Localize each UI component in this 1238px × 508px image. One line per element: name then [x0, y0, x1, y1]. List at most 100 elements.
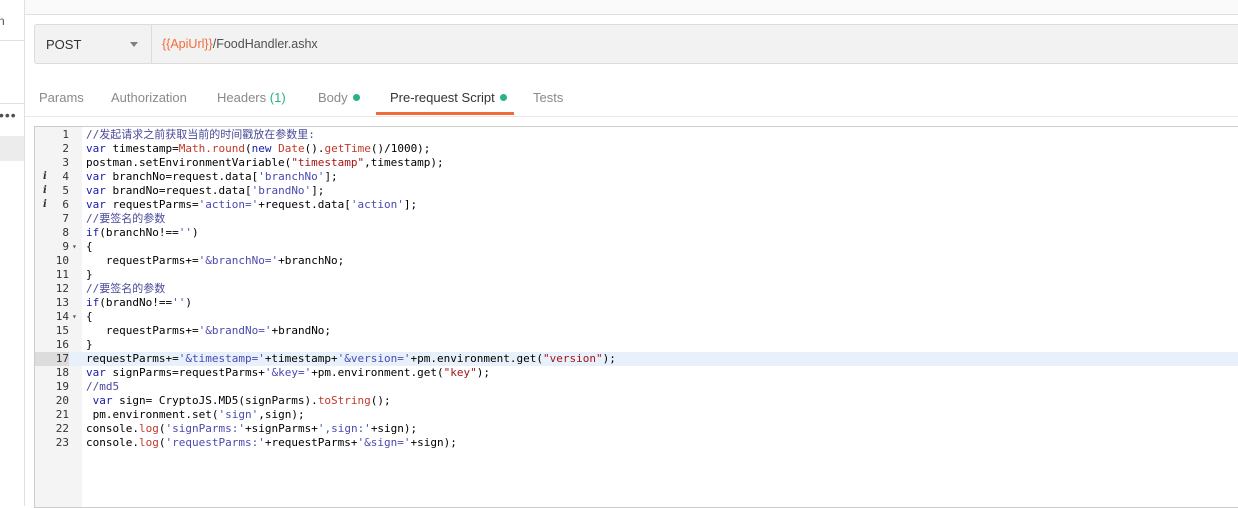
status-dot-icon	[499, 94, 507, 101]
line-number: 8	[62, 226, 69, 239]
tab-pre-request-script[interactable]: Pre-request Script	[390, 90, 507, 105]
more-options-icon[interactable]: •••	[0, 108, 17, 122]
fold-toggle-icon[interactable]: ▾	[72, 240, 77, 254]
code-text: requestParms+='&timestamp='+timestamp+'&…	[86, 352, 616, 365]
chevron-down-icon	[130, 42, 138, 47]
sidebar-divider	[0, 103, 24, 104]
code-line[interactable]: 1 //发起请求之前获取当前的时间戳放在参数里:	[35, 128, 1238, 142]
code-text: postman.setEnvironmentVariable("timestam…	[86, 156, 444, 169]
line-number: 14	[55, 310, 69, 323]
line-number: 16	[55, 338, 69, 351]
info-hint-icon[interactable]: i	[43, 184, 47, 198]
code-line[interactable]: 12 //要签名的参数	[35, 282, 1238, 296]
code-line[interactable]: 20 var sign= CryptoJS.MD5(signParms).toS…	[35, 394, 1238, 408]
code-text: //md5	[86, 380, 120, 393]
code-text: var timestamp=Math.round(new Date().getT…	[86, 142, 431, 155]
line-number: 17	[35, 352, 69, 366]
line-number: 15	[55, 324, 69, 337]
code-line[interactable]: 14 ▾ {	[35, 310, 1238, 324]
method-label: POST	[46, 37, 82, 52]
code-line[interactable]: 3 postman.setEnvironmentVariable("timesta…	[35, 156, 1238, 170]
method-select[interactable]: POST	[35, 25, 152, 63]
line-number: 9	[62, 240, 69, 253]
code-line[interactable]: 4 i var branchNo=request.data['branchNo'];	[35, 170, 1238, 184]
sidebar-text-fragment: n	[0, 14, 5, 28]
code-text: var brandNo=request.data['brandNo'];	[86, 184, 325, 197]
code-text: //发起请求之前获取当前的时间戳放在参数里:	[86, 128, 315, 141]
info-hint-icon[interactable]: i	[43, 170, 47, 184]
active-tab-indicator	[376, 112, 514, 115]
code-line[interactable]: 6 i var requestParms='action='+request.dat…	[35, 198, 1238, 212]
tab-tests[interactable]: Tests	[533, 90, 563, 105]
code-line[interactable]: 9 ▾ {	[35, 240, 1238, 254]
code-text: if(brandNo!=='')	[86, 296, 192, 309]
code-text: var requestParms='action='+request.data[…	[86, 198, 418, 211]
tab-headers[interactable]: Headers (1)	[217, 90, 286, 105]
line-number: 3	[62, 156, 69, 169]
code-text: var branchNo=request.data['branchNo'];	[86, 170, 338, 183]
code-text: //要签名的参数	[86, 212, 166, 225]
sidebar-divider	[0, 40, 24, 41]
code-line[interactable]: 22 console.log('signParms:'+signParms+',s…	[35, 422, 1238, 436]
line-number: 22	[55, 422, 69, 435]
code-line[interactable]: 23 console.log('requestParms:'+requestPar…	[35, 436, 1238, 450]
code-text: {	[86, 310, 93, 323]
code-line[interactable]: 18 var signParms=requestParms+'&key='+pm.…	[35, 366, 1238, 380]
code-line[interactable]: 10 requestParms+='&branchNo='+branchNo;	[35, 254, 1238, 268]
url-variable: {{ApiUrl}}	[162, 37, 213, 51]
code-line[interactable]: 15 requestParms+='&brandNo='+brandNo;	[35, 324, 1238, 338]
code-text: }	[86, 338, 93, 351]
code-text: //要签名的参数	[86, 282, 166, 295]
tab-params[interactable]: Params	[39, 90, 84, 105]
line-number: 19	[55, 380, 69, 393]
line-number: 5	[62, 184, 69, 197]
info-hint-icon[interactable]: i	[43, 198, 47, 212]
line-number: 21	[55, 408, 69, 421]
headers-count-badge: (1)	[269, 90, 286, 105]
code-text: requestParms+='&branchNo='+branchNo;	[86, 254, 345, 267]
code-text: pm.environment.set('sign',sign);	[86, 408, 305, 421]
tab-authorization[interactable]: Authorization	[111, 90, 187, 105]
line-number: 2	[62, 142, 69, 155]
code-text: var sign= CryptoJS.MD5(signParms).toStri…	[92, 394, 391, 407]
url-input[interactable]: {{ApiUrl}}/FoodHandler.ashx	[162, 37, 318, 51]
line-number: 7	[62, 212, 69, 225]
code-text: console.log('signParms:'+signParms+',sig…	[86, 422, 418, 435]
code-line[interactable]: 13 if(brandNo!=='')	[35, 296, 1238, 310]
status-dot-icon	[352, 94, 360, 101]
script-editor[interactable]: 1 //发起请求之前获取当前的时间戳放在参数里: 2 var timestamp=Ma…	[34, 126, 1238, 508]
code-line[interactable]: 16}	[35, 338, 1238, 352]
code-line[interactable]: 19 //md5	[35, 380, 1238, 394]
tab-body[interactable]: Body	[318, 90, 360, 105]
code-text: console.log('requestParms:'+requestParms…	[86, 436, 457, 449]
line-number: 6	[62, 198, 69, 211]
line-number: 4	[62, 170, 69, 183]
code-line[interactable]: 7 //要签名的参数	[35, 212, 1238, 226]
code-line[interactable]: 8 if(branchNo!=='')	[35, 226, 1238, 240]
line-number: 11	[55, 268, 69, 281]
code-text: if(branchNo!=='')	[86, 226, 199, 239]
line-number: 18	[55, 366, 69, 379]
line-number: 13	[55, 296, 69, 309]
line-number: 10	[55, 254, 69, 267]
line-number: 23	[55, 436, 69, 449]
code-line[interactable]: 2 var timestamp=Math.round(new Date().get…	[35, 142, 1238, 156]
url-path: /FoodHandler.ashx	[212, 37, 318, 51]
sidebar-selected-item[interactable]	[0, 136, 24, 161]
line-number: 20	[55, 394, 69, 407]
code-line[interactable]: 21 pm.environment.set('sign',sign);	[35, 408, 1238, 422]
request-tabs: Params Authorization Headers (1) Body Pr…	[25, 82, 1238, 117]
code-line[interactable]: 17 requestParms+='&timestamp='+timestamp+…	[35, 352, 1238, 366]
request-url-bar: POST {{ApiUrl}}/FoodHandler.ashx	[34, 24, 1238, 64]
code-area[interactable]: 1 //发起请求之前获取当前的时间戳放在参数里: 2 var timestamp=Ma…	[35, 128, 1238, 450]
line-number: 1	[62, 128, 69, 141]
code-text: }	[86, 268, 93, 281]
code-text: requestParms+='&brandNo='+brandNo;	[86, 324, 332, 337]
fold-toggle-icon[interactable]: ▾	[72, 310, 77, 324]
code-line[interactable]: 5 i var brandNo=request.data['brandNo'];	[35, 184, 1238, 198]
code-text: {	[86, 240, 93, 253]
line-number: 12	[55, 282, 69, 295]
left-sidebar-panel: n •••	[0, 0, 25, 506]
code-text: var signParms=requestParms+'&key='+pm.en…	[86, 366, 491, 379]
code-line[interactable]: 11}	[35, 268, 1238, 282]
